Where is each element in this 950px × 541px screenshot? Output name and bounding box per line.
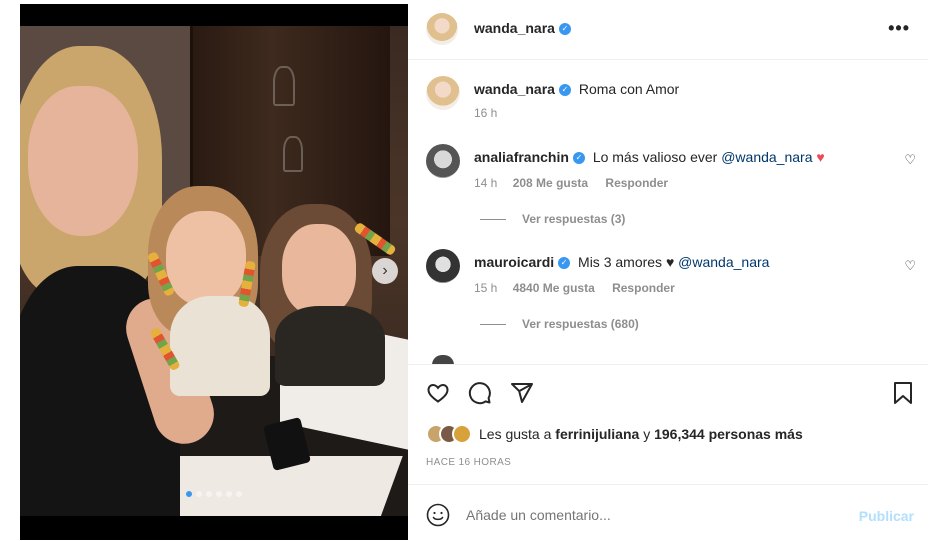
photo-person-face (282, 224, 356, 316)
likes-middle: y (643, 426, 651, 442)
share-icon[interactable] (510, 381, 534, 405)
emoji-icon[interactable] (426, 503, 450, 527)
caption-username[interactable]: wanda_nara (474, 81, 555, 97)
likes-text: Les gusta a ferrinijuliana y 196,344 per… (479, 426, 803, 442)
comment-text: Lo más valioso ever (592, 149, 718, 165)
comment-username[interactable]: analiafranchin (474, 149, 569, 165)
post-header: wanda_nara ✓ ••• (408, 0, 928, 60)
post-side-panel: wanda_nara ✓ ••• wanda_nara ✓ Roma con Amo… (408, 0, 928, 541)
comment-mention[interactable]: @wanda_nara (721, 149, 812, 165)
photo-person-body (275, 306, 385, 386)
photo-person-face (28, 86, 138, 236)
likes-count[interactable]: 196,344 personas más (654, 426, 803, 442)
avatar[interactable] (452, 424, 472, 444)
avatar[interactable] (426, 76, 460, 110)
photo-person-face (166, 211, 246, 306)
caption-time: 16 h (474, 106, 498, 120)
comment-meta: 15 h 4840 Me gusta Responder (474, 281, 675, 295)
comment-text: Mis 3 amores ♥ (578, 254, 675, 270)
carousel-dot (196, 491, 202, 497)
bookmark-icon[interactable] (892, 381, 914, 405)
carousel-dot (186, 491, 192, 497)
carousel-dots (20, 491, 408, 497)
comment-input[interactable] (466, 507, 826, 523)
comment-username[interactable]: mauroicardi (474, 254, 554, 270)
like-comment-icon[interactable]: ♡ (904, 152, 916, 168)
more-icon[interactable]: ••• (888, 18, 910, 39)
likes-summary: Les gusta a ferrinijuliana y 196,344 per… (426, 424, 803, 444)
carousel-dot (226, 491, 232, 497)
username-text[interactable]: wanda_nara (474, 20, 555, 36)
carousel-dot (206, 491, 212, 497)
comment-time: 15 h (474, 281, 498, 295)
comment: analiafranchin ✓ Lo más valioso ever @wan… (474, 148, 825, 166)
comment-time: 14 h (474, 176, 498, 190)
verified-icon: ✓ (558, 84, 571, 97)
comment-meta: 14 h 208 Me gusta Responder (474, 176, 668, 190)
view-replies-label[interactable]: Ver respuestas (680) (522, 317, 639, 331)
add-comment-bar: Publicar (408, 484, 928, 541)
red-heart-icon: ♥ (816, 149, 825, 165)
header-username[interactable]: wanda_nara ✓ (474, 20, 571, 36)
comment-mention[interactable]: @wanda_nara (678, 254, 769, 270)
like-comment-icon[interactable]: ♡ (904, 258, 916, 274)
replies-divider (480, 323, 506, 325)
chevron-right-icon[interactable]: › (372, 258, 398, 284)
post-photo[interactable] (20, 26, 408, 516)
photo-glass (273, 66, 295, 106)
carousel-dot (236, 491, 242, 497)
comment-likes[interactable]: 208 Me gusta (513, 176, 588, 190)
verified-icon: ✓ (558, 257, 571, 270)
comment-likes[interactable]: 4840 Me gusta (513, 281, 595, 295)
verified-icon: ✓ (558, 23, 571, 36)
photo-glass (283, 136, 303, 172)
replies-divider (480, 218, 506, 220)
post-timestamp: HACE 16 HORAS (426, 457, 512, 468)
avatar[interactable] (426, 249, 460, 283)
reply-button[interactable]: Responder (605, 176, 668, 190)
likes-user[interactable]: ferrinijuliana (555, 426, 639, 442)
reply-button[interactable]: Responder (612, 281, 675, 295)
verified-icon: ✓ (572, 152, 585, 165)
caption: wanda_nara ✓ Roma con Amor (474, 80, 679, 98)
comment-icon[interactable] (468, 381, 492, 405)
view-replies-button[interactable]: Ver respuestas (3) (480, 212, 625, 226)
caption-text: Roma con Amor (578, 81, 680, 97)
heart-icon[interactable] (426, 381, 450, 405)
likes-prefix: Les gusta a (479, 426, 552, 442)
post-actions (408, 364, 928, 406)
view-replies-button[interactable]: Ver respuestas (680) (480, 317, 639, 331)
carousel-dot (216, 491, 222, 497)
post-media: › (20, 4, 408, 540)
avatar[interactable] (426, 144, 460, 178)
photo-person-body (170, 296, 270, 396)
comment: mauroicardi ✓ Mis 3 amores ♥ @wanda_nara (474, 253, 769, 271)
publish-button[interactable]: Publicar (859, 508, 914, 524)
avatar[interactable] (426, 13, 458, 45)
view-replies-label[interactable]: Ver respuestas (3) (522, 212, 625, 226)
